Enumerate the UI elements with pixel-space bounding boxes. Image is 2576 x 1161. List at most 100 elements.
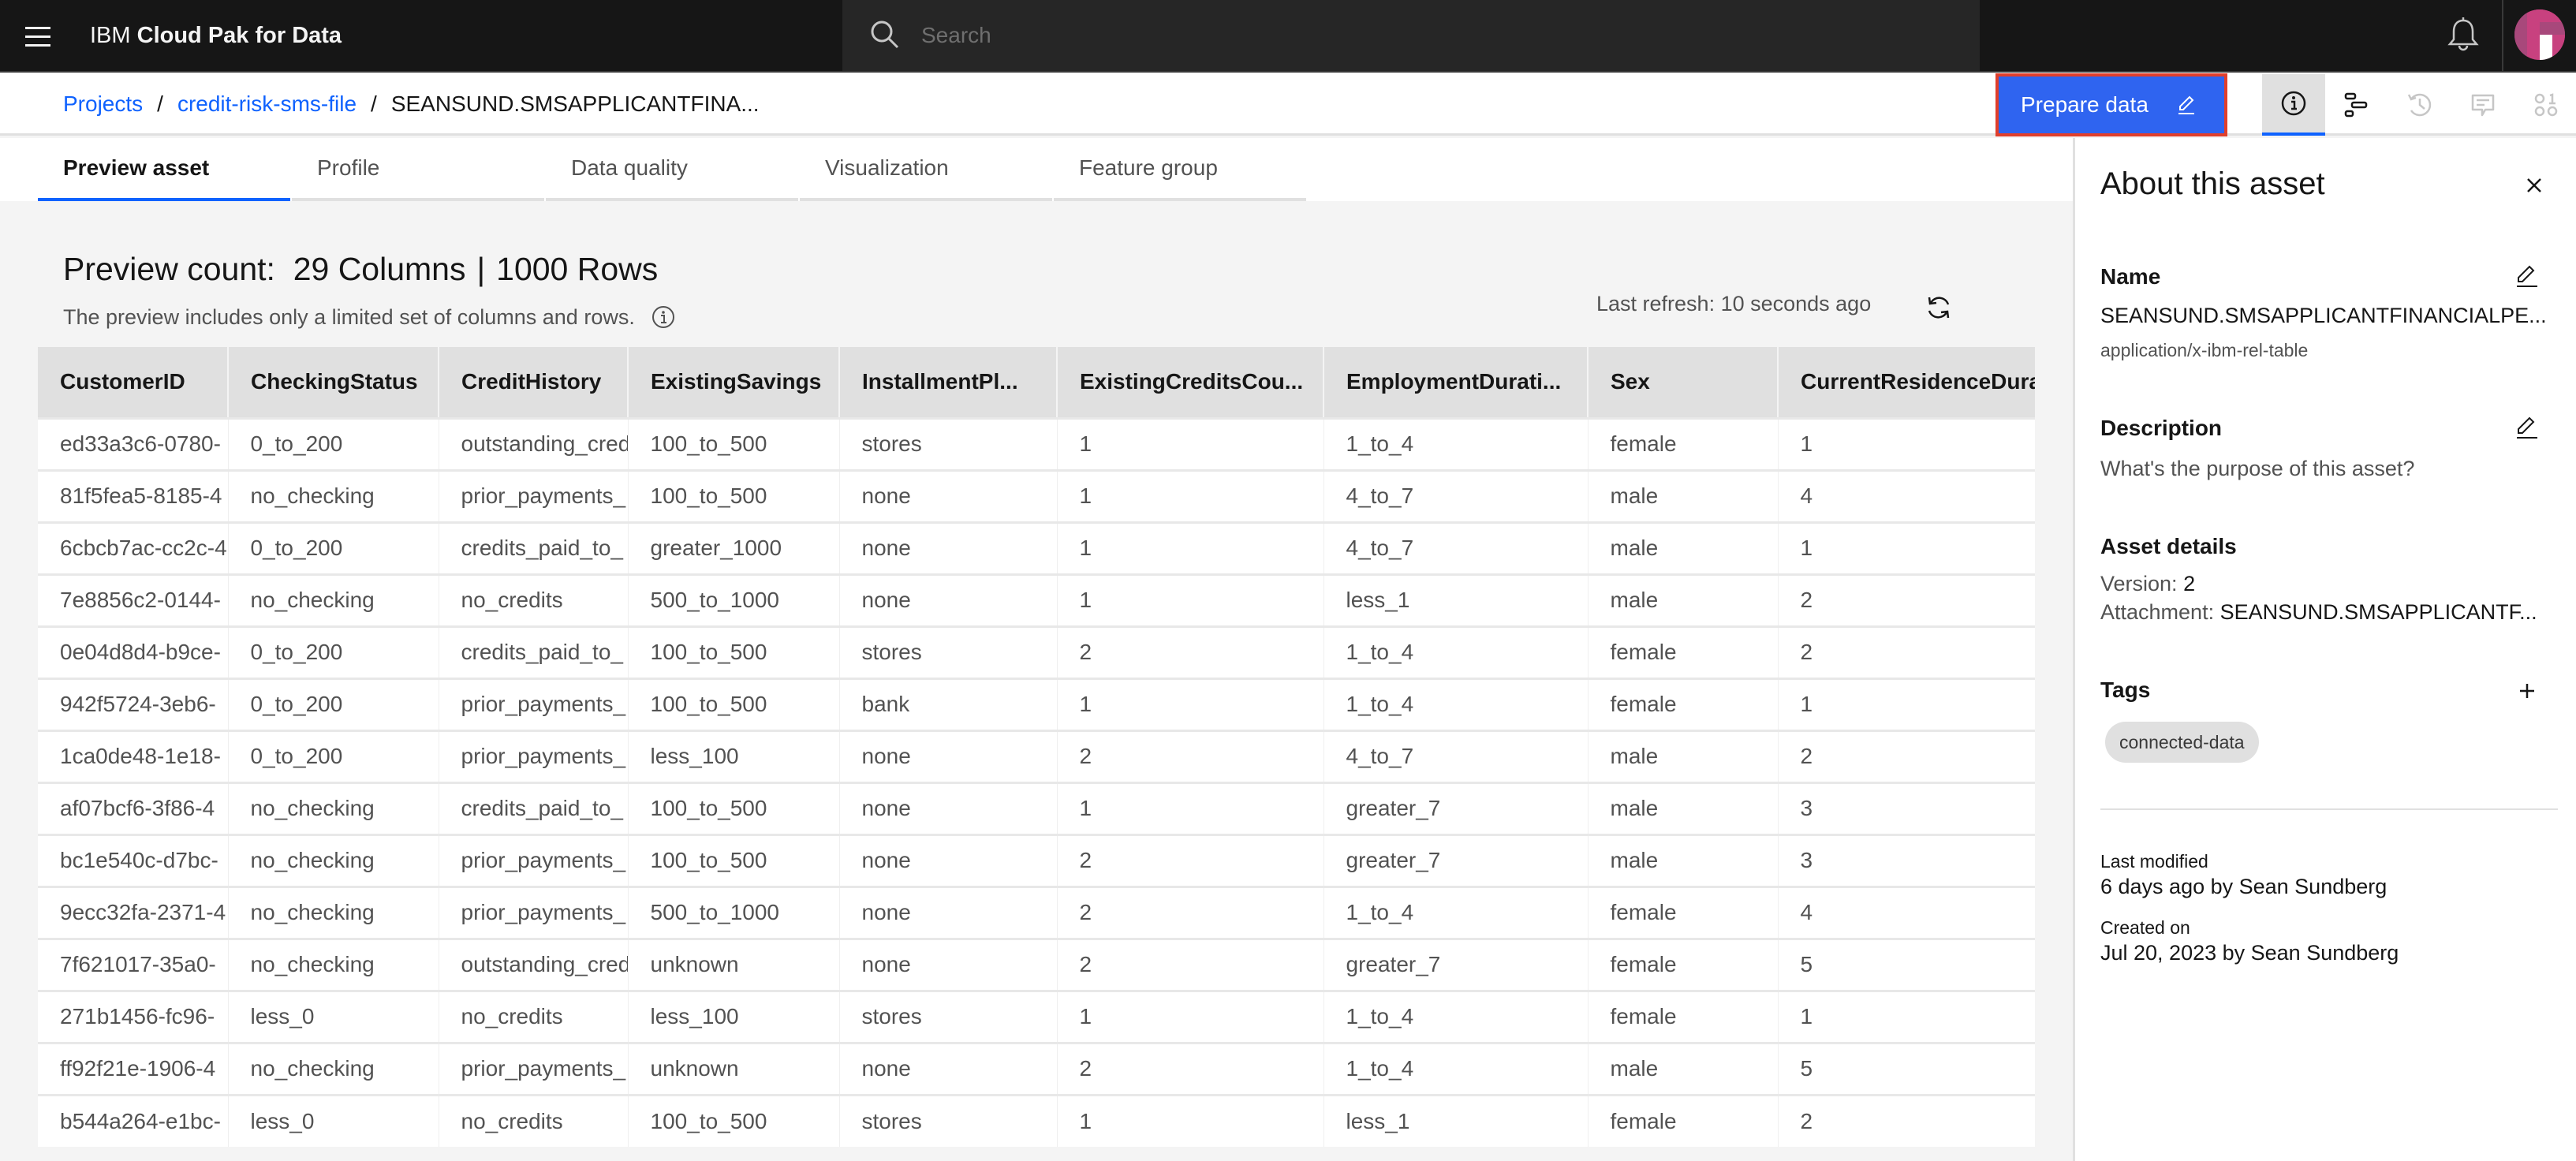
- table-row[interactable]: 7f621017-35a0- no_checking outstanding_cre…: [38, 937, 2035, 991]
- table-cell: female: [1588, 677, 1779, 730]
- column-header[interactable]: CustomerID: [38, 347, 229, 418]
- table-cell: 4: [1778, 885, 2035, 939]
- table-cell: less_1: [1323, 1093, 1589, 1147]
- table-row[interactable]: b544a264-e1bc-less_0 no_credits 100_to_500…: [38, 1093, 2035, 1147]
- table-header-row: CustomerID CheckingStatus CreditHistory Exi…: [38, 347, 2035, 418]
- column-header[interactable]: EmploymentDurati...: [1323, 347, 1589, 418]
- info-icon[interactable]: [651, 304, 676, 330]
- table-row[interactable]: 1ca0de48-1e18- 0_to_200 prior_payments_ les…: [38, 729, 2035, 782]
- breadcrumb-separator: /: [371, 91, 377, 116]
- table-cell: no_checking: [228, 469, 439, 522]
- header-divider: [2502, 0, 2503, 71]
- table-row[interactable]: 9ecc32fa-2371-4 no_checking prior_payments…: [38, 885, 2035, 939]
- user-avatar[interactable]: [2514, 9, 2565, 60]
- table-row[interactable]: ff92f21e-1906-4 no_checking prior_payments…: [38, 1041, 2035, 1095]
- breadcrumb-project[interactable]: credit-risk-sms-file: [177, 91, 357, 117]
- notification-bell-icon[interactable]: [2443, 16, 2483, 55]
- refresh-icon[interactable]: [1925, 293, 1953, 322]
- table-row[interactable]: bc1e540c-d7bc-no_checking prior_payments_…: [38, 833, 2035, 887]
- column-header[interactable]: CreditHistory: [439, 347, 629, 418]
- table-cell: 1_to_4: [1323, 1041, 1589, 1095]
- tags-label: Tags: [2100, 678, 2151, 702]
- history-icon: [2407, 93, 2432, 117]
- table-cell: 81f5fea5-8185-4: [38, 469, 229, 522]
- table-cell: no_credits: [439, 1093, 629, 1147]
- table-cell: no_checking: [228, 885, 439, 939]
- close-icon[interactable]: [2520, 171, 2548, 200]
- lineage-tool-button[interactable]: [2325, 74, 2388, 136]
- table-cell: 1_to_4: [1323, 677, 1589, 730]
- table-row[interactable]: ed33a3c6-0780- 0_to_200 outstanding_cred 10…: [38, 416, 2035, 470]
- table-cell: 7f621017-35a0-: [38, 937, 229, 991]
- table-cell: none: [839, 885, 1058, 939]
- table-cell: 1_to_4: [1323, 416, 1589, 470]
- table-cell: bank: [839, 677, 1058, 730]
- created-on-label: Created on: [2100, 917, 2190, 938]
- prepare-data-button[interactable]: Prepare data: [1995, 73, 2227, 136]
- search-input[interactable]: [921, 0, 1947, 71]
- table-cell: less_0: [228, 989, 439, 1043]
- table-cell: male: [1588, 781, 1779, 834]
- menu-icon[interactable]: [19, 19, 57, 54]
- table-cell: 0e04d8d4-b9ce-: [38, 625, 229, 678]
- column-count: 29 Columns: [293, 251, 466, 287]
- table-cell: less_1: [1323, 573, 1589, 626]
- edit-description-icon[interactable]: [2514, 414, 2541, 441]
- table-cell: none: [839, 573, 1058, 626]
- table-cell: stores: [839, 989, 1058, 1043]
- table-cell: credits_paid_to_: [439, 625, 629, 678]
- table-cell: 3: [1778, 781, 2035, 834]
- table-cell: 5: [1778, 937, 2035, 991]
- tab-profile[interactable]: Profile: [292, 138, 544, 201]
- prepare-data-label: Prepare data: [2021, 92, 2149, 117]
- tag-chip[interactable]: connected-data: [2105, 722, 2259, 763]
- table-cell: 1: [1778, 989, 2035, 1043]
- table-cell: 2: [1057, 937, 1324, 991]
- tab-feature-group[interactable]: Feature group: [1054, 138, 1306, 201]
- lineage-icon: [2344, 92, 2368, 118]
- tab-data-quality[interactable]: Data quality: [546, 138, 798, 201]
- last-modified-label: Last modified: [2100, 851, 2208, 872]
- asset-details-label: Asset details: [2100, 534, 2237, 558]
- description-placeholder[interactable]: What's the purpose of this asset?: [2100, 457, 2414, 481]
- add-tag-icon[interactable]: [2514, 678, 2541, 704]
- data-preview-table[interactable]: CustomerID CheckingStatus CreditHistory Exi…: [38, 347, 2035, 1161]
- asset-type: application/x-ibm-rel-table: [2100, 340, 2309, 360]
- table-cell: 0_to_200: [228, 521, 439, 574]
- table-cell: 1: [1057, 781, 1324, 834]
- edit-name-icon[interactable]: [2514, 263, 2541, 289]
- info-tool-button[interactable]: [2262, 74, 2325, 136]
- column-header[interactable]: InstallmentPl...: [839, 347, 1058, 418]
- table-cell: 1: [1057, 677, 1324, 730]
- table-cell: 9ecc32fa-2371-4: [38, 885, 229, 939]
- comments-tool-button[interactable]: [2451, 74, 2514, 136]
- table-cell: outstanding_cred: [439, 416, 629, 470]
- tab-visualization[interactable]: Visualization: [800, 138, 1052, 201]
- table-row[interactable]: 7e8856c2-0144- no_checking no_credits 500_t…: [38, 573, 2035, 626]
- table-row[interactable]: 271b1456-fc96- less_0 no_credits less_100 st…: [38, 989, 2035, 1043]
- product-name[interactable]: IBM Cloud Pak for Data: [90, 0, 342, 71]
- column-header[interactable]: ExistingCreditsCou...: [1057, 347, 1324, 418]
- table-row[interactable]: af07bcf6-3f86-4 no_checking credits_paid_t…: [38, 781, 2035, 834]
- table-row[interactable]: 81f5fea5-8185-4 no_checking prior_payments…: [38, 469, 2035, 522]
- table-cell: prior_payments_: [439, 677, 629, 730]
- asset-tabs: Preview asset Profile Data quality Visua…: [38, 138, 1308, 201]
- column-header[interactable]: CheckingStatus: [228, 347, 439, 418]
- table-row[interactable]: 0e04d8d4-b9ce- 0_to_200 credits_paid_to_ 10…: [38, 625, 2035, 678]
- breadcrumb-projects[interactable]: Projects: [63, 91, 143, 117]
- table-row[interactable]: 6cbcb7ac-cc2c-4 0_to_200 credits_paid_to_ g…: [38, 521, 2035, 574]
- name-label: Name: [2100, 264, 2161, 289]
- table-cell: female: [1588, 937, 1779, 991]
- table-cell: 100_to_500: [628, 469, 840, 522]
- column-header[interactable]: Sex: [1588, 347, 1779, 418]
- table-cell: no_checking: [228, 573, 439, 626]
- column-header[interactable]: CurrentResidenceDura: [1778, 347, 2035, 418]
- tab-preview-asset[interactable]: Preview asset: [38, 138, 290, 201]
- column-header[interactable]: ExistingSavings: [628, 347, 840, 418]
- data-class-tool-button[interactable]: [2514, 74, 2576, 136]
- table-row[interactable]: 942f5724-3eb6- 0_to_200 prior_payments_ 100…: [38, 677, 2035, 730]
- panel-title: About this asset: [2100, 166, 2325, 201]
- table-cell: less_0: [228, 1093, 439, 1147]
- global-search[interactable]: [842, 0, 1980, 71]
- history-tool-button[interactable]: [2388, 74, 2451, 136]
